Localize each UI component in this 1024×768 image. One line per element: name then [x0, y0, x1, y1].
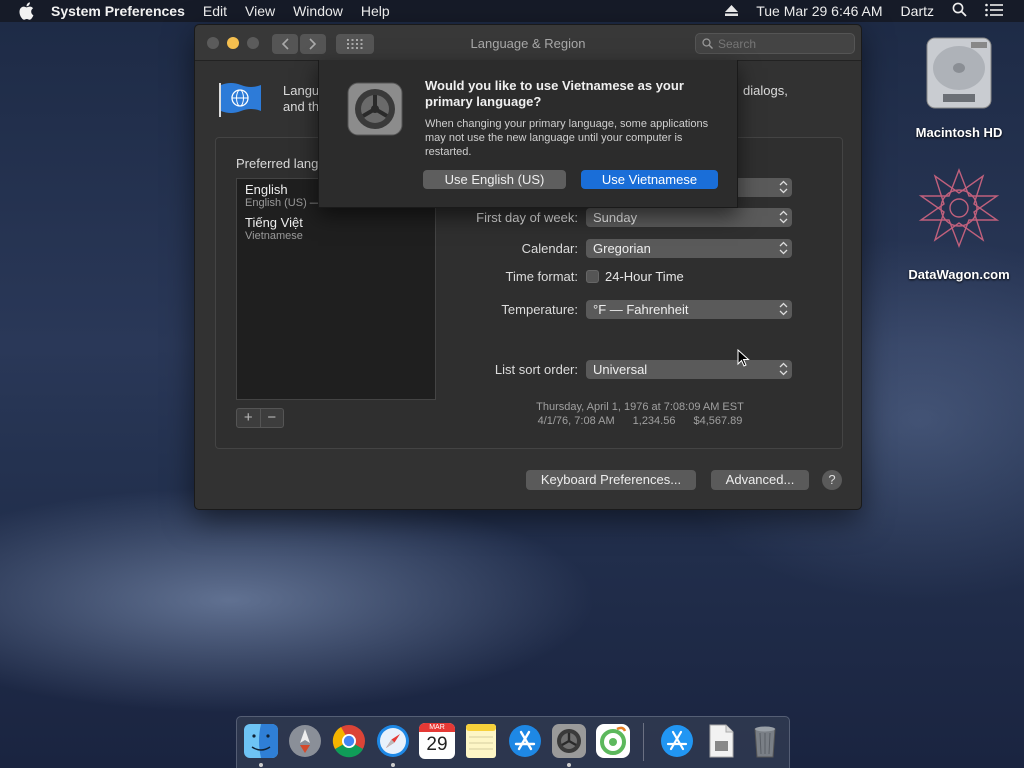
- menu-help[interactable]: Help: [352, 3, 399, 19]
- chrome-icon[interactable]: [331, 723, 367, 759]
- header-description-tail: dialogs,: [743, 83, 788, 98]
- list-sort-label: List sort order:: [494, 362, 578, 377]
- finder-running-indicator: [259, 763, 263, 767]
- preferred-languages-list[interactable]: English English (US) — Tiếng Việt Vietna…: [236, 178, 436, 400]
- first-day-popup[interactable]: Sunday: [586, 208, 792, 227]
- system-preferences-gear-icon: [347, 82, 403, 136]
- desktop-label-macintosh-hd: Macintosh HD: [915, 125, 1003, 140]
- calendar-value: Gregorian: [593, 241, 651, 256]
- add-remove-control: + −: [236, 408, 284, 428]
- format-sample: Thursday, April 1, 1976 at 7:08:09 AM ES…: [456, 400, 824, 428]
- datawagon-logo-icon: [918, 168, 1000, 248]
- calendar-row: Calendar: Gregorian: [456, 239, 792, 258]
- mouse-cursor-icon: [737, 349, 750, 367]
- 24-hour-checkbox[interactable]: [586, 270, 599, 283]
- app-store-icon[interactable]: [507, 723, 543, 759]
- language-item-vietnamese[interactable]: Tiếng Việt Vietnamese: [237, 212, 435, 245]
- calendar-day: 29: [426, 734, 448, 755]
- updown-arrows-icon: [779, 302, 788, 316]
- help-button[interactable]: ?: [822, 470, 842, 490]
- notification-center-icon[interactable]: [976, 3, 1012, 20]
- sample-currency: $4,567.89: [693, 415, 743, 427]
- menu-edit[interactable]: Edit: [194, 3, 236, 19]
- calendar-popup[interactable]: Gregorian: [586, 239, 792, 258]
- first-day-label: First day of week:: [476, 210, 578, 225]
- menu-view[interactable]: View: [236, 3, 284, 19]
- menu-app-name[interactable]: System Preferences: [42, 3, 194, 19]
- sample-short-date: 4/1/76, 7:08 AM: [537, 415, 615, 427]
- search-icon: [702, 38, 713, 49]
- updown-arrows-icon: [779, 241, 788, 255]
- desktop-icon-macintosh-hd[interactable]: Macintosh HD: [900, 32, 1018, 140]
- finder-icon[interactable]: [243, 723, 279, 759]
- calendar-icon[interactable]: MAR 29: [419, 723, 455, 759]
- sample-number: 1,234.56: [632, 415, 676, 427]
- time-format-row: Time format: 24-Hour Time: [456, 269, 684, 284]
- dock: MAR 29: [236, 716, 790, 768]
- 24-hour-label[interactable]: 24-Hour Time: [605, 269, 684, 284]
- primary-language-sheet: Would you like to use Vietnamese as your…: [318, 60, 738, 208]
- sheet-message: When changing your primary language, som…: [425, 118, 709, 158]
- add-language-button[interactable]: +: [237, 409, 260, 427]
- document-icon[interactable]: [703, 723, 739, 759]
- system-preferences-running-indicator: [567, 763, 571, 767]
- window-titlebar[interactable]: Language & Region Search: [195, 25, 861, 61]
- language-subtitle: Vietnamese: [245, 230, 303, 242]
- first-day-value: Sunday: [593, 210, 638, 225]
- app-store-download-icon[interactable]: [659, 723, 695, 759]
- menu-user[interactable]: Dartz: [892, 3, 943, 19]
- use-english-button[interactable]: Use English (US): [423, 170, 566, 189]
- temperature-label: Temperature:: [501, 302, 578, 317]
- updown-arrows-icon: [779, 180, 788, 194]
- temperature-value: °F — Fahrenheit: [593, 302, 689, 317]
- sheet-title: Would you like to use Vietnamese as your…: [425, 78, 684, 109]
- notes-icon[interactable]: [463, 723, 499, 759]
- search-placeholder: Search: [718, 37, 757, 51]
- spotlight-search-icon[interactable]: [943, 2, 976, 20]
- safari-running-indicator: [391, 763, 395, 767]
- keyboard-preferences-button[interactable]: Keyboard Preferences...: [526, 470, 696, 490]
- list-sort-popup[interactable]: Universal: [586, 360, 792, 379]
- safari-icon[interactable]: [375, 723, 411, 759]
- temperature-row: Temperature: °F — Fahrenheit: [456, 300, 792, 319]
- updown-arrows-icon: [779, 210, 788, 224]
- dock-divider: [643, 723, 644, 761]
- trash-icon[interactable]: [747, 723, 783, 759]
- search-field[interactable]: Search: [695, 33, 855, 54]
- menu-window[interactable]: Window: [284, 3, 352, 19]
- language-name: Tiếng Việt: [245, 215, 303, 230]
- updown-arrows-icon: [779, 362, 788, 376]
- menu-clock[interactable]: Tue Mar 29 6:46 AM: [747, 3, 891, 19]
- advanced-button[interactable]: Advanced...: [711, 470, 809, 490]
- time-format-label: Time format:: [505, 269, 578, 284]
- launchpad-icon[interactable]: [287, 723, 323, 759]
- hard-drive-icon: [926, 37, 992, 109]
- temperature-popup[interactable]: °F — Fahrenheit: [586, 300, 792, 319]
- calendar-month: MAR: [419, 723, 455, 732]
- sample-date: Thursday, April 1, 1976 at 7:08:09 AM ES…: [536, 401, 744, 413]
- desktop-icon-datawagon[interactable]: DataWagon.com: [900, 166, 1018, 282]
- menu-bar: System Preferences Edit View Window Help…: [0, 0, 1024, 22]
- eject-icon[interactable]: [716, 3, 747, 19]
- system-preferences-icon[interactable]: [551, 723, 587, 759]
- language-flag-icon: [219, 83, 261, 117]
- remove-language-button[interactable]: −: [259, 409, 284, 427]
- list-sort-value: Universal: [593, 362, 648, 377]
- calendar-label: Calendar:: [521, 241, 578, 256]
- preferred-languages-label: Preferred lang: [236, 156, 319, 171]
- apple-menu-icon[interactable]: [18, 2, 36, 20]
- desktop-label-datawagon: DataWagon.com: [908, 267, 1010, 282]
- first-day-row: First day of week: Sunday: [456, 208, 792, 227]
- coccoc-browser-icon[interactable]: [595, 723, 631, 759]
- use-vietnamese-button[interactable]: Use Vietnamese: [581, 170, 718, 189]
